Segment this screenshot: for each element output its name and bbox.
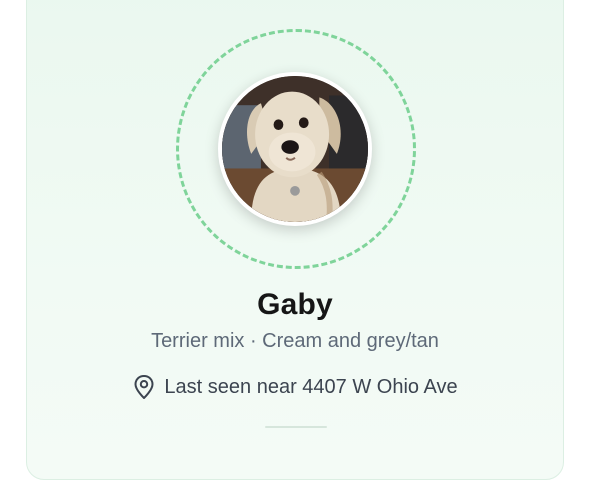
- pet-breed-line: Terrier mix · Cream and grey/tan: [151, 330, 439, 352]
- dog-photo-illustration: [222, 76, 368, 222]
- pet-photo: [218, 72, 372, 226]
- divider: [265, 426, 327, 428]
- last-seen-location: Last seen near 4407 W Ohio Ave: [0, 374, 590, 400]
- location-text: Last seen near 4407 W Ohio Ave: [164, 375, 458, 398]
- map-pin-icon: [134, 375, 154, 399]
- pet-name: Gaby: [257, 288, 333, 321]
